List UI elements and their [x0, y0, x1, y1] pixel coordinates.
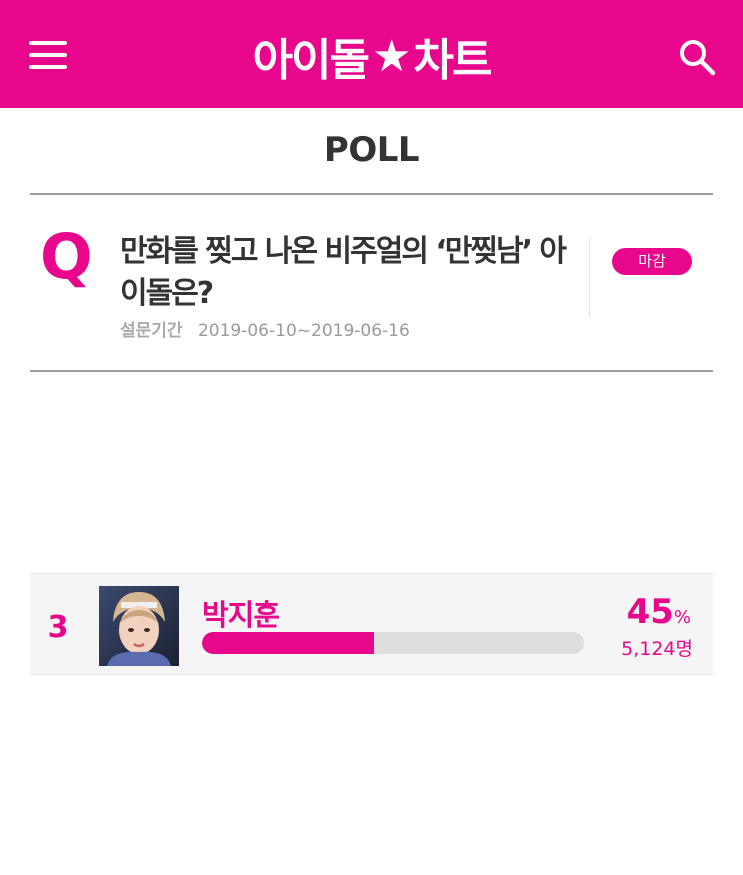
- site-logo[interactable]: 아이돌 ★ 차트: [190, 28, 553, 87]
- menu-line: [29, 41, 67, 45]
- avatar: [99, 586, 179, 666]
- vote-count: 5,124명: [621, 638, 693, 660]
- question-mark-label: Q: [40, 220, 93, 293]
- status-badge: 마감: [612, 248, 692, 275]
- vote-percentage-unit: %: [673, 607, 691, 628]
- rank-number: 3: [47, 610, 69, 645]
- vote-progress-fill: [202, 632, 374, 654]
- divider: [30, 193, 713, 195]
- hamburger-menu-icon[interactable]: [29, 41, 67, 71]
- vote-percentage: 45%: [627, 592, 691, 632]
- vote-progress-bar: [202, 632, 584, 654]
- survey-period: 설문기간 2019-06-10~2019-06-16: [120, 316, 410, 341]
- divider: [30, 370, 713, 372]
- vote-percentage-value: 45: [626, 592, 674, 632]
- vertical-divider: [589, 238, 590, 316]
- logo-text-right: 차트: [413, 35, 492, 86]
- search-icon[interactable]: [678, 38, 716, 76]
- poll-question: 만화를 찢고 나온 비주얼의 ‘만찢남’ 아이돌은?: [120, 234, 567, 311]
- app-header: 아이돌 ★ 차트: [0, 0, 743, 108]
- result-row: 3 박지훈 45% 5,124명: [30, 573, 713, 675]
- menu-line: [29, 65, 67, 69]
- page-title: POLL: [323, 130, 420, 170]
- logo-text-left: 아이돌: [252, 35, 370, 86]
- survey-period-label: 설문기간: [120, 321, 183, 341]
- survey-period-value: 2019-06-10~2019-06-16: [197, 321, 410, 341]
- menu-line: [29, 53, 67, 57]
- star-icon: ★: [372, 30, 411, 82]
- candidate-name: 박지훈: [202, 598, 280, 632]
